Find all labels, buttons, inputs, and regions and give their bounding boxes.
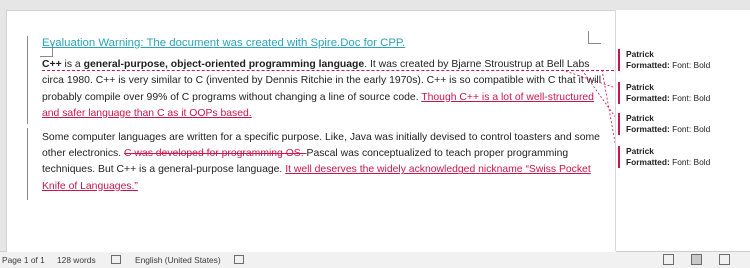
revision-balloon[interactable]: Patrick Formatted: Font: Bold <box>618 113 750 135</box>
proofing-icon[interactable] <box>111 255 121 264</box>
accessibility-icon[interactable] <box>234 255 244 264</box>
document-body[interactable]: Evaluation Warning: The document was cre… <box>42 35 602 203</box>
print-layout-icon[interactable] <box>691 254 702 265</box>
balloon-label: Formatted: <box>626 93 670 103</box>
revision-connector-line <box>42 70 614 71</box>
change-bar-paragraph-2 <box>27 128 28 200</box>
page-count[interactable]: Page 1 of 1 <box>2 255 45 265</box>
balloon-author: Patrick <box>626 146 654 156</box>
markup-pane: Patrick Formatted: Font: Bold Patrick Fo… <box>615 10 750 251</box>
revision-balloon[interactable]: Patrick Formatted: Font: Bold <box>618 146 750 168</box>
balloon-detail: Font: Bold <box>669 124 711 134</box>
bold-lead: C++ <box>42 59 62 71</box>
read-mode-icon[interactable] <box>663 254 674 265</box>
change-bar-paragraph-1 <box>27 36 28 124</box>
balloon-label: Formatted: <box>626 124 670 134</box>
balloon-label: Formatted: <box>626 157 670 167</box>
document-area[interactable]: Evaluation Warning: The document was cre… <box>0 0 750 252</box>
deleted-text: C was developed for programming OS. <box>124 148 307 160</box>
paragraph-2[interactable]: Some computer languages are written for … <box>42 130 602 195</box>
balloon-detail: Font: Bold <box>669 60 711 70</box>
bold-phrase: general-purpose, object-oriented program… <box>83 59 365 71</box>
balloon-author: Patrick <box>626 49 654 59</box>
evaluation-warning: Evaluation Warning: The document was cre… <box>42 37 406 49</box>
status-bar: Page 1 of 1 128 words English (United St… <box>0 252 750 268</box>
balloon-author: Patrick <box>626 82 654 92</box>
revision-balloon[interactable]: Patrick Formatted: Font: Bold <box>618 49 750 71</box>
text-run: is a <box>61 59 84 71</box>
balloon-detail: Font: Bold <box>669 157 711 167</box>
language-indicator[interactable]: English (United States) <box>135 255 221 265</box>
balloon-author: Patrick <box>626 113 654 123</box>
balloon-label: Formatted: <box>626 60 670 70</box>
word-count[interactable]: 128 words <box>57 255 96 265</box>
balloon-connectors <box>561 69 617 149</box>
paragraph-1[interactable]: C++ is a general-purpose, object-oriente… <box>42 57 602 122</box>
revision-balloon[interactable]: Patrick Formatted: Font: Bold <box>618 82 750 104</box>
balloon-detail: Font: Bold <box>669 93 711 103</box>
web-layout-icon[interactable] <box>719 254 730 265</box>
